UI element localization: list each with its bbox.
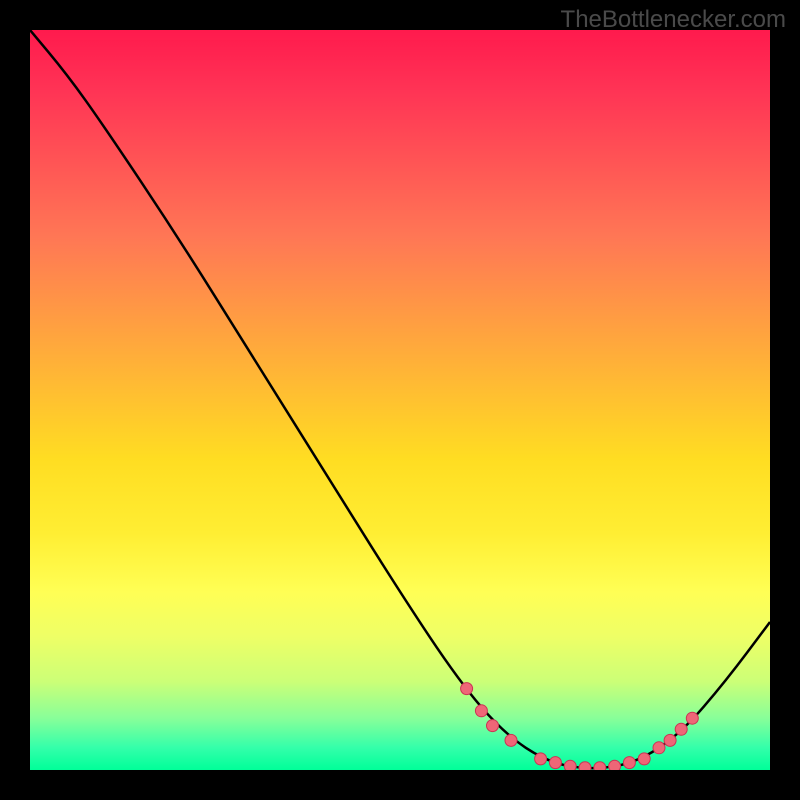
chart-plot-area — [30, 30, 770, 770]
watermark-text: TheBottlenecker.com — [561, 6, 786, 34]
chart-marker — [579, 762, 591, 770]
chart-marker — [638, 753, 650, 765]
chart-marker — [564, 760, 576, 770]
chart-markers — [461, 683, 699, 770]
chart-marker — [664, 734, 676, 746]
chart-marker — [461, 683, 473, 695]
chart-marker — [594, 762, 606, 770]
chart-marker — [487, 720, 499, 732]
chart-marker — [505, 734, 517, 746]
chart-marker — [686, 712, 698, 724]
chart-marker — [675, 723, 687, 735]
chart-marker — [609, 760, 621, 770]
chart-marker — [623, 757, 635, 769]
chart-marker — [549, 757, 561, 769]
chart-marker — [475, 705, 487, 717]
chart-marker — [653, 742, 665, 754]
chart-curve — [30, 30, 770, 768]
chart-marker — [535, 753, 547, 765]
chart-svg — [30, 30, 770, 770]
